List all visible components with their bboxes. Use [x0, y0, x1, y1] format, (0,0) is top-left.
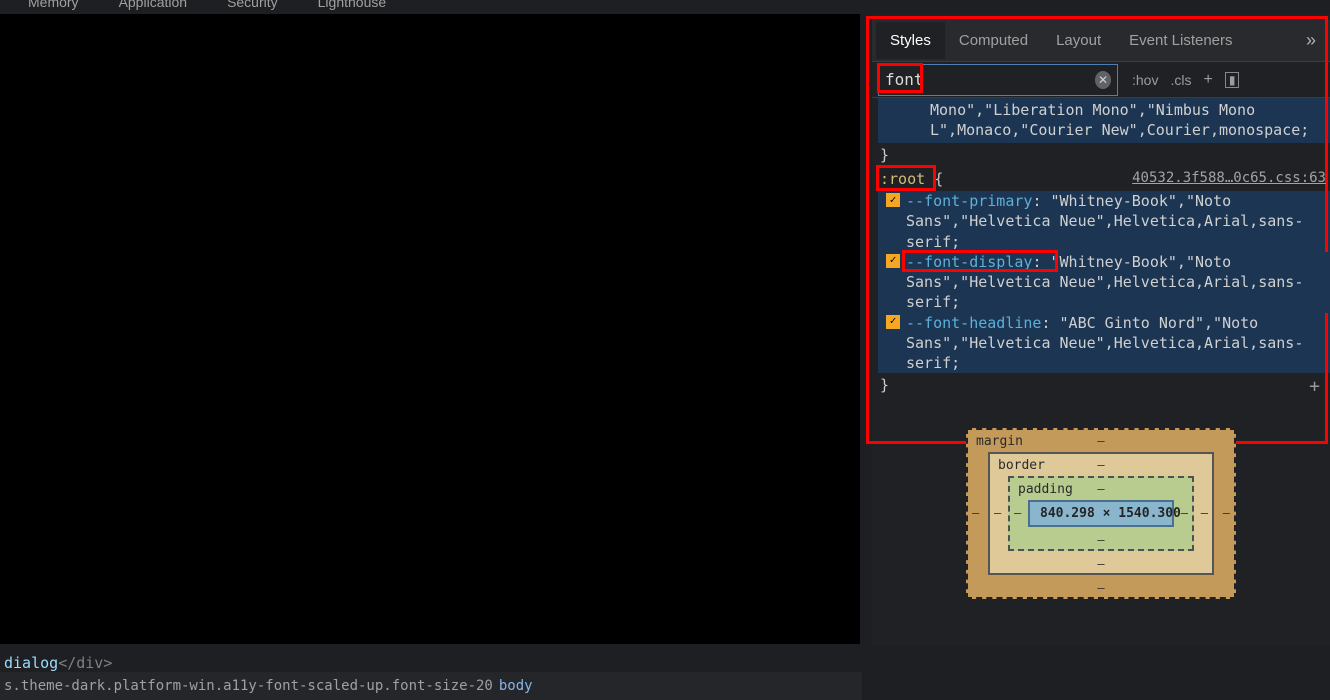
rule-close-brace: } + [878, 373, 1330, 397]
bm-label-border: border [998, 458, 1045, 473]
elements-bottom-bar: dialog</div> s.theme-dark.platform-win.a… [0, 654, 862, 700]
box-model-padding[interactable]: padding – – – – 840.298 × 1540.300 [1008, 476, 1194, 551]
bm-dash: – [1097, 581, 1104, 595]
bm-dash: – [1097, 533, 1104, 547]
bm-dash: – [1014, 506, 1021, 520]
bm-dash: – [1097, 434, 1104, 448]
filter-input-wrap: ✕ [878, 64, 1118, 96]
tab-memory[interactable]: Memory [28, 0, 79, 10]
highlight-box-selector [876, 165, 936, 191]
bm-dash: – [1097, 557, 1104, 571]
highlight-box-filter [877, 63, 923, 93]
page-viewport [0, 14, 860, 644]
bm-label-padding: padding [1018, 482, 1073, 497]
tab-application[interactable]: Application [119, 0, 188, 10]
css-source-link[interactable]: 40532.3f588…0c65.css:63 [1132, 169, 1326, 189]
tab-security[interactable]: Security [227, 0, 278, 10]
elements-breadcrumb[interactable]: s.theme-dark.platform-win.a11y-font-scal… [0, 672, 862, 700]
highlight-box-prop [902, 250, 1058, 272]
devtools-top-tabs: Memory Application Security Lighthouse [0, 0, 1330, 8]
bm-dash: – [1201, 506, 1208, 520]
box-model-content[interactable]: 840.298 × 1540.300 [1028, 500, 1174, 527]
bm-dash: – [972, 506, 979, 520]
tab-lighthouse[interactable]: Lighthouse [318, 0, 387, 10]
dom-close-tag: </div> [58, 654, 112, 672]
dom-text: dialog [4, 654, 58, 672]
bm-dash: – [1097, 458, 1104, 472]
css-property-row[interactable]: ✓ --font-display: "Whitney-Book","Noto S… [878, 252, 1330, 313]
breadcrumb-body[interactable]: body [499, 678, 533, 694]
box-model-border[interactable]: border – – – – padding – – – – 840.298 ×… [988, 452, 1214, 575]
bm-dash: – [1181, 506, 1188, 520]
breadcrumb-classes[interactable]: s.theme-dark.platform-win.a11y-font-scal… [4, 678, 493, 694]
bm-label-margin: margin [976, 434, 1023, 449]
dom-source-line[interactable]: dialog</div> [0, 654, 862, 672]
box-model-margin[interactable]: margin – – – – border – – – – padding – … [966, 428, 1236, 599]
add-property-icon[interactable]: + [1309, 375, 1320, 397]
bm-dash: – [1223, 506, 1230, 520]
css-rule-header: :root { 40532.3f588…0c65.css:63 [878, 167, 1330, 191]
devtools-side-panel: Styles Computed Layout Event Listeners »… [872, 14, 1330, 646]
bm-dash: – [994, 506, 1001, 520]
bm-dash: – [1097, 482, 1104, 496]
property-toggle-checkbox[interactable]: ✓ [886, 254, 900, 268]
clear-filter-icon[interactable]: ✕ [1095, 71, 1111, 89]
